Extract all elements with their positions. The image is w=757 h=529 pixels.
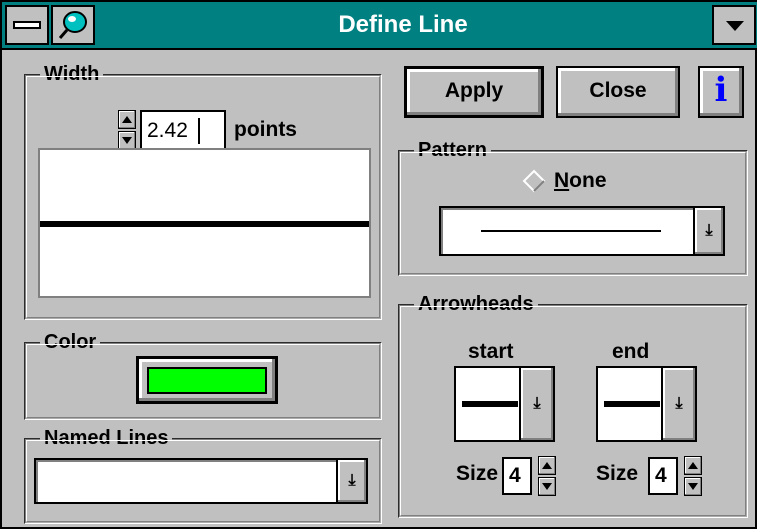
dropdown-arrow-icon: ⤓ [533,395,541,412]
dropdown-arrow-icon: ⤓ [705,222,713,239]
named-lines-dropdown[interactable]: ⤓ [34,458,368,504]
end-size-input[interactable]: 4 [648,457,678,495]
named-lines-arrow-button[interactable]: ⤓ [336,460,366,502]
pattern-dropdown[interactable]: ⤓ [439,206,725,256]
start-size-input[interactable]: 4 [502,457,532,495]
end-size-value: 4 [655,464,667,487]
start-line-preview [462,401,518,407]
window-menu-button[interactable] [712,5,756,45]
none-access-key: N [554,169,570,192]
start-label: start [468,340,514,363]
info-button[interactable]: i [698,66,744,118]
info-icon: i [714,70,728,110]
color-swatch [147,367,267,394]
spin-up-icon[interactable] [684,456,702,475]
apply-label: Apply [444,79,504,102]
title-bar[interactable]: Define Line [2,2,757,50]
arrowheads-legend: Arrowheads [414,293,538,315]
pattern-preview-line [481,230,661,232]
spin-down-icon[interactable] [538,477,556,496]
window-title: Define Line [338,11,468,38]
end-arrowhead-dropdown[interactable]: ⤓ [596,366,697,442]
spin-up-icon[interactable] [538,456,556,475]
dropdown-arrow-icon: ⤓ [348,472,356,489]
pattern-legend: Pattern [414,139,491,161]
end-arrow-button[interactable]: ⤓ [661,368,695,440]
named-lines-legend: Named Lines [40,427,173,449]
width-spinner[interactable] [118,110,136,150]
width-value: 2.42 [147,119,188,142]
spin-down-icon[interactable] [684,477,702,496]
width-input[interactable]: 2.42 [140,110,226,150]
pattern-legend-text: Pattern [418,139,487,161]
text-cursor [198,118,200,144]
line-width-preview [38,148,371,298]
color-swatch-button[interactable] [136,356,278,404]
apply-button[interactable]: Apply [404,66,544,118]
pattern-arrow-button[interactable]: ⤓ [693,208,723,254]
start-size-value: 4 [509,464,521,487]
app-icon-button[interactable] [51,5,95,45]
dropdown-arrow-icon: ⤓ [675,395,683,412]
close-button[interactable]: Close [556,66,680,118]
end-size-label: Size [596,462,639,485]
preview-line [40,221,369,227]
diamond-radio-icon [522,169,546,193]
color-legend: Color [40,331,101,353]
start-size-spinner[interactable] [538,456,556,496]
end-line-preview [604,401,660,407]
chevron-down-icon [726,21,744,31]
width-legend: Width [40,63,104,85]
define-line-dialog: Define Line Width 2.42 points Color Name… [0,0,757,529]
end-label: end [612,340,650,363]
start-arrowhead-dropdown[interactable]: ⤓ [454,366,555,442]
start-arrow-button[interactable]: ⤓ [519,368,553,440]
none-label: one [569,169,607,192]
app-icon [58,11,87,39]
system-menu-icon [13,21,41,29]
spin-up-icon[interactable] [118,110,136,129]
end-size-spinner[interactable] [684,456,702,496]
close-label: Close [589,79,647,102]
start-size-label: Size [456,462,499,485]
system-menu-button[interactable] [5,5,49,45]
width-units-label: points [234,118,297,141]
